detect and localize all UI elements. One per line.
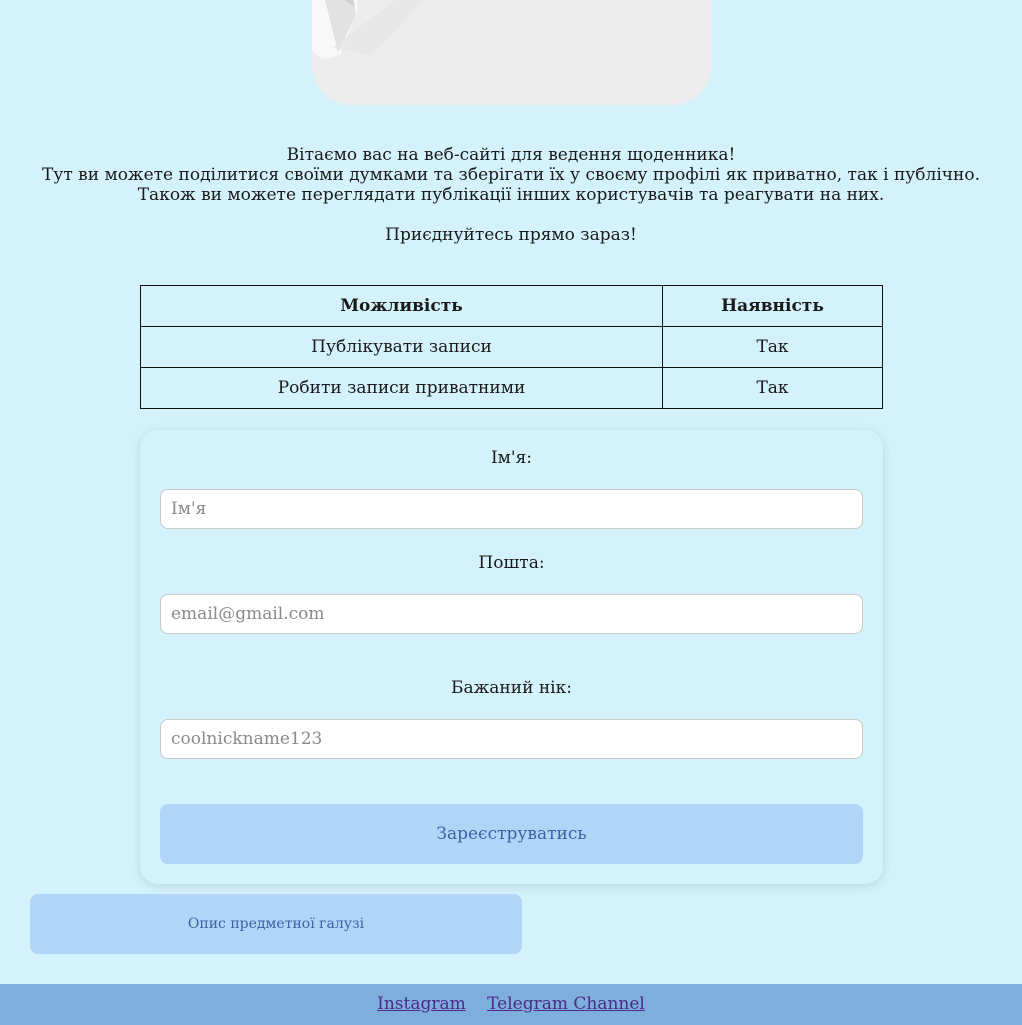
email-input[interactable]: [160, 594, 863, 634]
table-header: Наявність: [662, 285, 883, 327]
table-header-row: Можливість Наявність: [140, 285, 883, 327]
hero-image: [312, 0, 712, 105]
intro-text: Вітаємо вас на веб-сайті для ведення щод…: [0, 145, 1022, 245]
table-row: Публікувати записи Так: [140, 326, 883, 368]
register-button[interactable]: Зареєструватись: [160, 804, 863, 864]
table-header: Можливість: [140, 285, 663, 327]
hero-photo-icon: [312, 0, 712, 105]
intro-line: Тут ви можете поділитися своїми думками …: [42, 165, 980, 185]
nick-label: Бажаний нік:: [451, 678, 572, 698]
table-cell: Так: [662, 367, 883, 409]
name-label: Ім'я:: [490, 448, 533, 468]
table-cell: Так: [662, 326, 883, 368]
registration-form: Ім'я: Пошта: Бажаний нік: Зареєструватис…: [140, 430, 883, 884]
email-label: Пошта:: [478, 553, 545, 573]
footer: Instagram Telegram Channel: [0, 984, 1022, 1025]
features-table: Можливість Наявність Публікувати записи …: [140, 285, 883, 409]
table-cell: Робити записи приватними: [140, 367, 663, 409]
name-input[interactable]: [160, 489, 863, 529]
telegram-channel-link[interactable]: Telegram Channel: [487, 994, 645, 1014]
intro-line: Вітаємо вас на веб-сайті для ведення щод…: [286, 145, 736, 165]
intro-line: Також ви можете переглядати публікації і…: [137, 185, 885, 205]
domain-description-button[interactable]: Опис предметної галузі: [30, 894, 522, 954]
instagram-link[interactable]: Instagram: [377, 994, 466, 1014]
table-row: Робити записи приватними Так: [140, 367, 883, 409]
page: Вітаємо вас на веб-сайті для ведення щод…: [0, 0, 1022, 1025]
intro-cta: Приєднуйтесь прямо зараз!: [385, 225, 637, 245]
nick-input[interactable]: [160, 719, 863, 759]
table-cell: Публікувати записи: [140, 326, 663, 368]
